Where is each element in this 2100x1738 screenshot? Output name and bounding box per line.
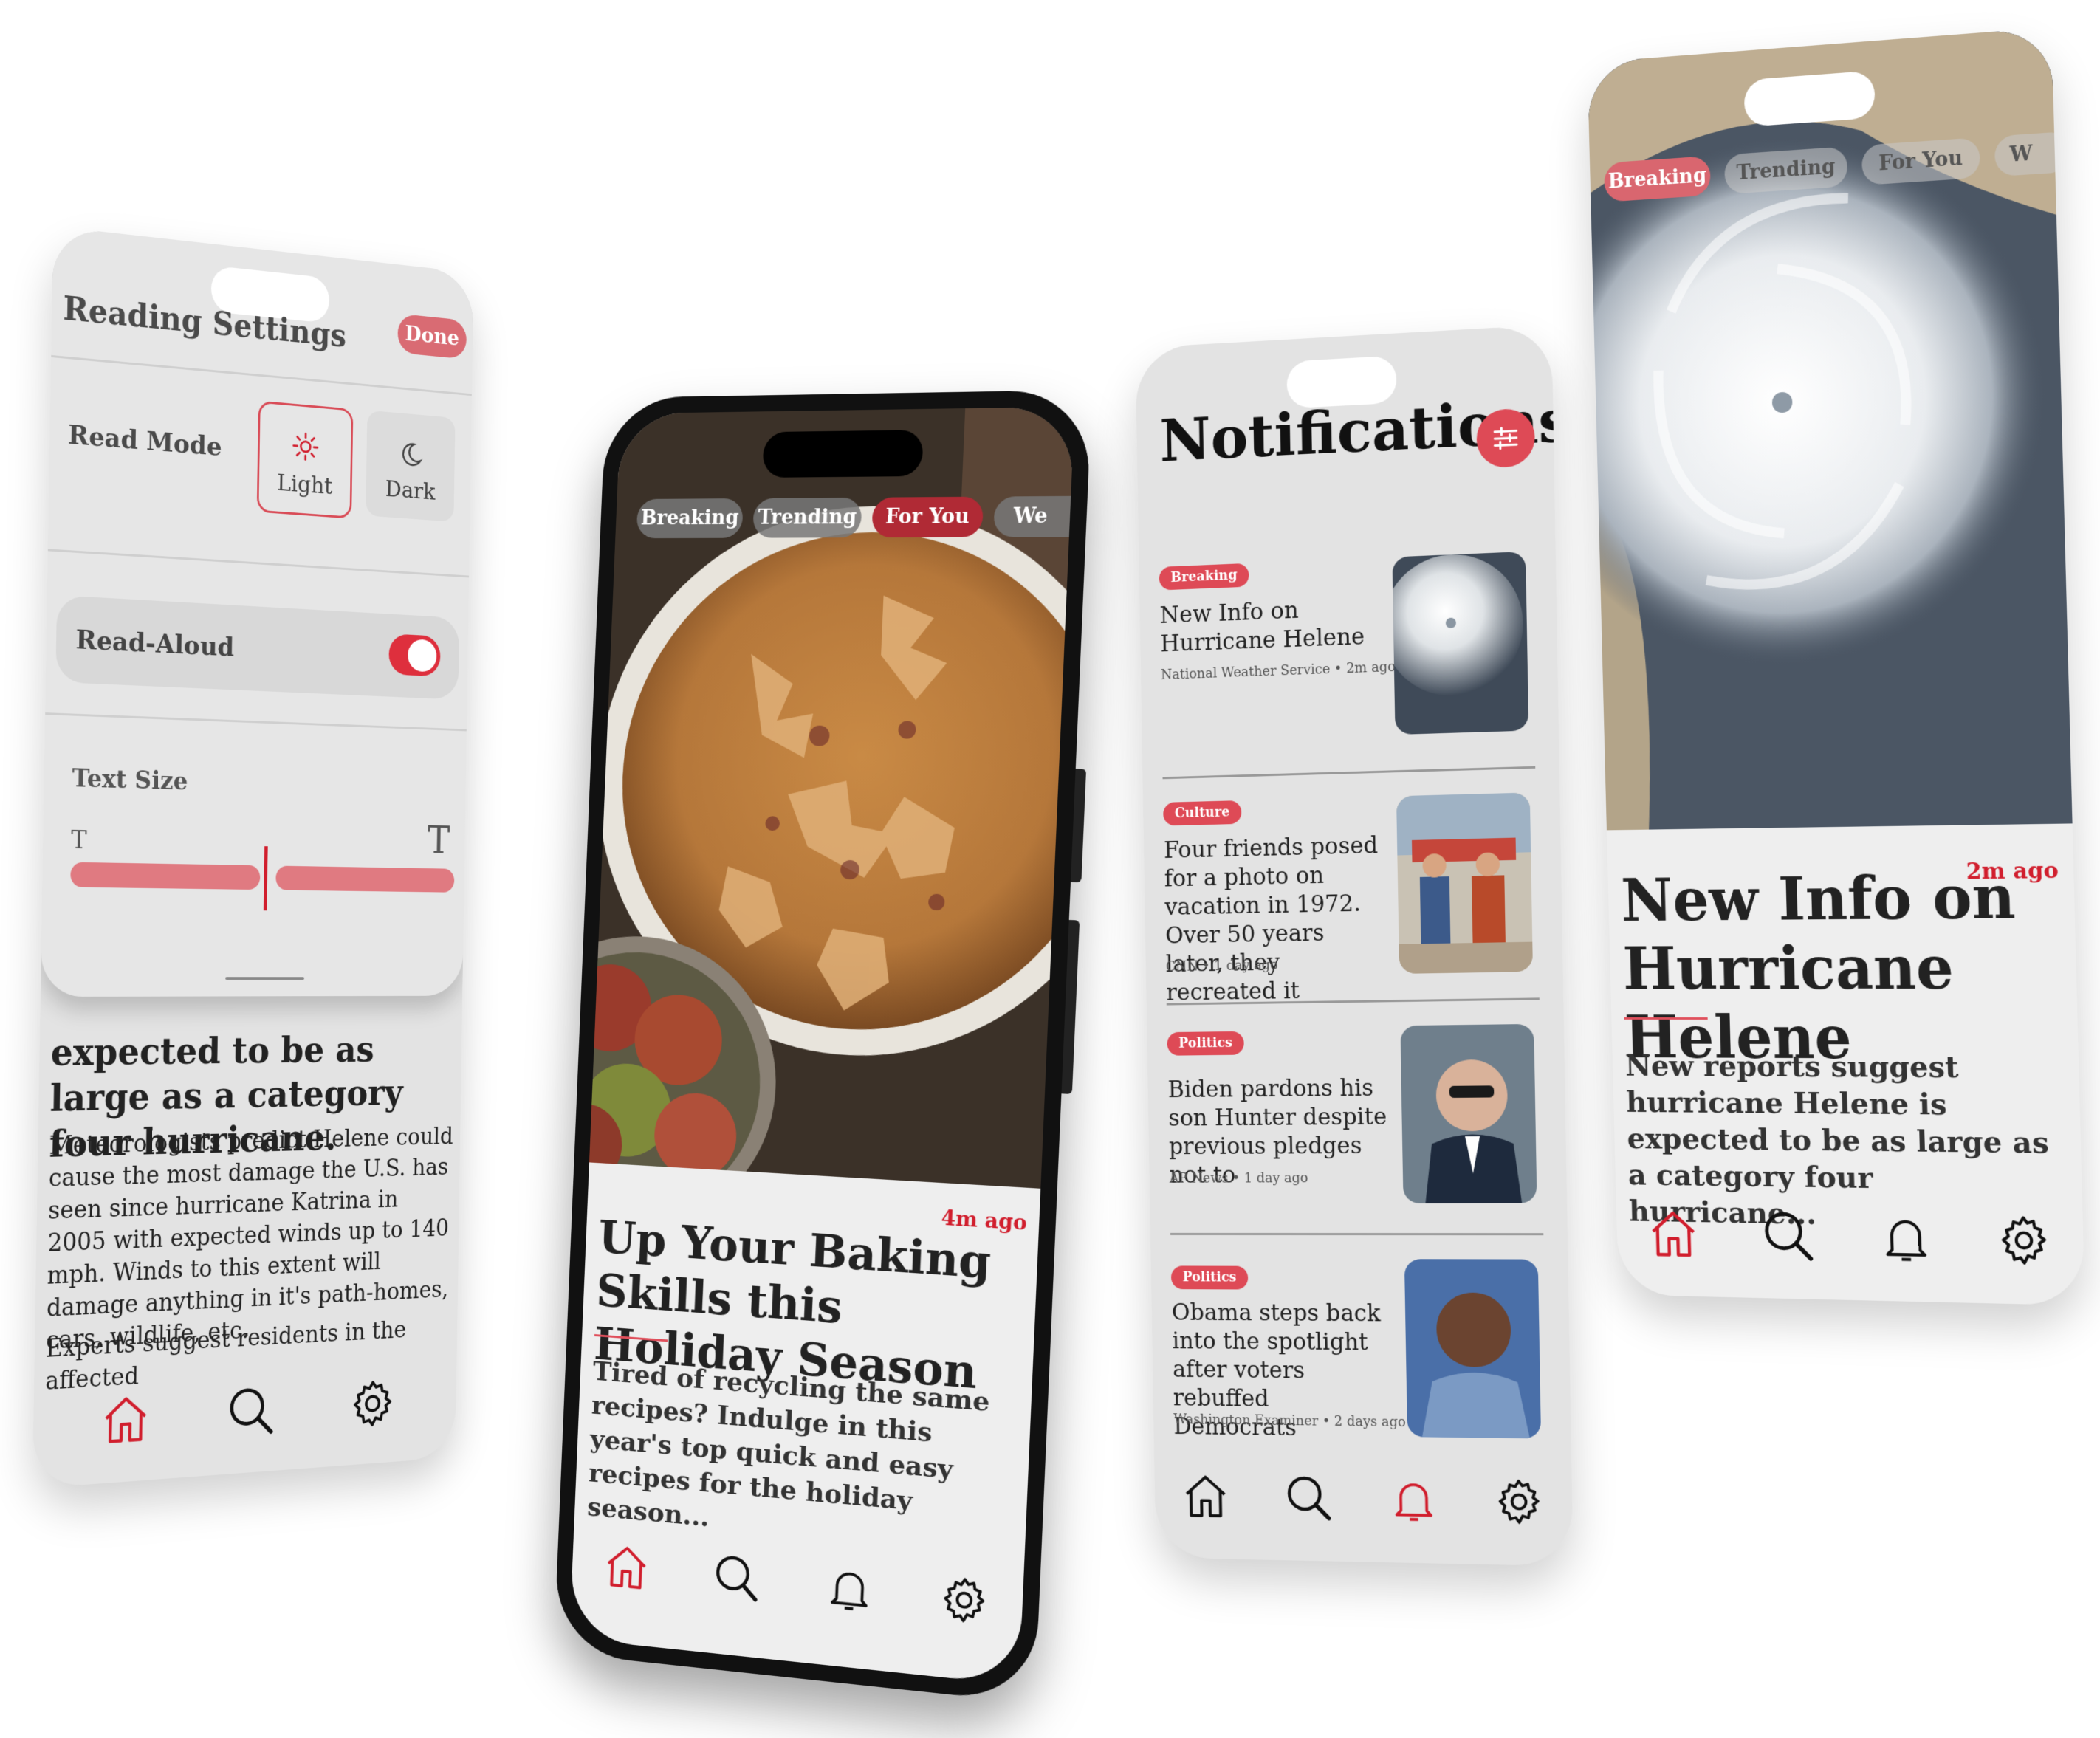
category-tag: Politics — [1167, 1031, 1244, 1056]
time: 1 day ago — [1244, 1170, 1308, 1186]
gear-icon[interactable] — [937, 1572, 991, 1629]
notification-headline[interactable]: New Info on Hurricane Helene — [1159, 594, 1377, 659]
notification-meta: National Weather Service • 2m ago — [1161, 659, 1396, 683]
gear-icon[interactable] — [348, 1375, 397, 1432]
tab-bar — [1154, 1455, 1573, 1544]
read-aloud-toggle[interactable] — [388, 633, 441, 676]
text-size-small-glyph: T — [71, 825, 87, 855]
text-size-track-left[interactable] — [70, 862, 260, 890]
article-phone: Breaking Trending For You W 2m ago New I… — [1588, 27, 2085, 1305]
time: 1 day ago — [1214, 958, 1278, 974]
search-icon[interactable] — [224, 1381, 278, 1442]
source: CNN — [1166, 959, 1198, 975]
source: National Weather Service — [1161, 662, 1331, 683]
category-tag: Politics — [1171, 1265, 1249, 1289]
tab-trending[interactable]: Trending — [752, 498, 862, 538]
bell-icon[interactable] — [1387, 1474, 1440, 1527]
search-icon[interactable] — [710, 1549, 764, 1607]
tab-weather[interactable]: W — [1994, 131, 2070, 177]
friends-photo-thumbnail[interactable] — [1396, 792, 1533, 974]
home-screen: Breaking Trending For You We 4m ago Up Y… — [569, 407, 1075, 1686]
light-mode-button[interactable]: Light — [257, 401, 354, 519]
bell-icon[interactable] — [1877, 1209, 1935, 1267]
gear-icon[interactable] — [1492, 1475, 1545, 1528]
source: Washington Examiner — [1173, 1412, 1318, 1429]
time: 2 days ago — [1334, 1414, 1406, 1430]
divider — [51, 355, 472, 396]
sun-icon — [291, 430, 320, 463]
time: 2m ago — [1346, 659, 1396, 676]
reading-settings-phone: expected to be as large as a category fo… — [32, 226, 474, 1488]
search-icon[interactable] — [1759, 1206, 1818, 1266]
notification-meta: AP News • 1 day ago — [1170, 1170, 1308, 1186]
obama-photo-thumbnail[interactable] — [1404, 1259, 1541, 1438]
dynamic-island — [762, 430, 924, 478]
notification-meta: CNN • 1 day ago — [1166, 958, 1278, 975]
read-aloud-label: Read-Aloud — [75, 624, 234, 662]
text-size-large-glyph: T — [427, 818, 450, 862]
text-size-label: Text Size — [72, 763, 188, 796]
tab-trending[interactable]: Trending — [1724, 146, 1848, 194]
sheet-grabber[interactable] — [225, 977, 304, 980]
divider — [48, 549, 469, 577]
divider — [1162, 766, 1535, 780]
dark-mode-button[interactable]: Dark — [366, 411, 455, 522]
reading-settings-sheet: Reading Settings Done Read Mode Light Da… — [41, 226, 474, 997]
divider — [1170, 1233, 1543, 1235]
notification-headline[interactable]: Four friends posed for a photo on vacati… — [1164, 831, 1391, 1008]
notifications-phone: Notifications Breaking New Info on Hurri… — [1136, 325, 1574, 1567]
tab-breaking[interactable]: Breaking — [1604, 156, 1711, 202]
article-time: 4m ago — [941, 1205, 1028, 1235]
hurricane-thumbnail[interactable] — [1392, 552, 1528, 735]
tab-bar — [1616, 1193, 2084, 1283]
text-size-track-right[interactable] — [275, 866, 454, 893]
home-icon[interactable] — [1645, 1206, 1701, 1262]
search-icon[interactable] — [1283, 1471, 1336, 1525]
home-icon[interactable] — [99, 1390, 152, 1449]
article-headline: New Info on Hurricane Helene — [1620, 862, 2070, 1074]
camera-notch — [1744, 70, 1876, 127]
source: AP News — [1170, 1171, 1229, 1186]
tab-weather[interactable]: We — [993, 496, 1075, 537]
home-icon[interactable] — [601, 1539, 652, 1595]
home-phone-frame: Breaking Trending For You We 4m ago Up Y… — [554, 390, 1092, 1704]
tab-breaking[interactable]: Breaking — [636, 498, 744, 538]
headline-rule — [1624, 1017, 1707, 1020]
biden-photo-thumbnail[interactable] — [1400, 1024, 1537, 1203]
read-aloud-row: Read-Aloud — [55, 595, 459, 700]
category-tag: Culture — [1163, 800, 1241, 825]
read-mode-label: Read Mode — [68, 419, 222, 462]
light-label: Light — [259, 467, 351, 501]
home-icon[interactable] — [1180, 1470, 1231, 1522]
done-button[interactable]: Done — [397, 314, 467, 360]
bell-icon[interactable] — [823, 1561, 876, 1618]
tab-for-you[interactable]: For You — [871, 497, 984, 537]
gear-icon[interactable] — [1994, 1212, 2053, 1270]
notification-meta: Washington Examiner • 2 days ago — [1173, 1412, 1406, 1430]
moon-icon — [398, 439, 424, 470]
text-size-slider-thumb[interactable] — [264, 846, 268, 910]
tab-for-you[interactable]: For You — [1861, 137, 1980, 185]
sliders-icon — [1489, 421, 1522, 456]
divider — [45, 712, 467, 731]
category-tag: Breaking — [1159, 563, 1249, 591]
dark-label: Dark — [366, 473, 455, 506]
